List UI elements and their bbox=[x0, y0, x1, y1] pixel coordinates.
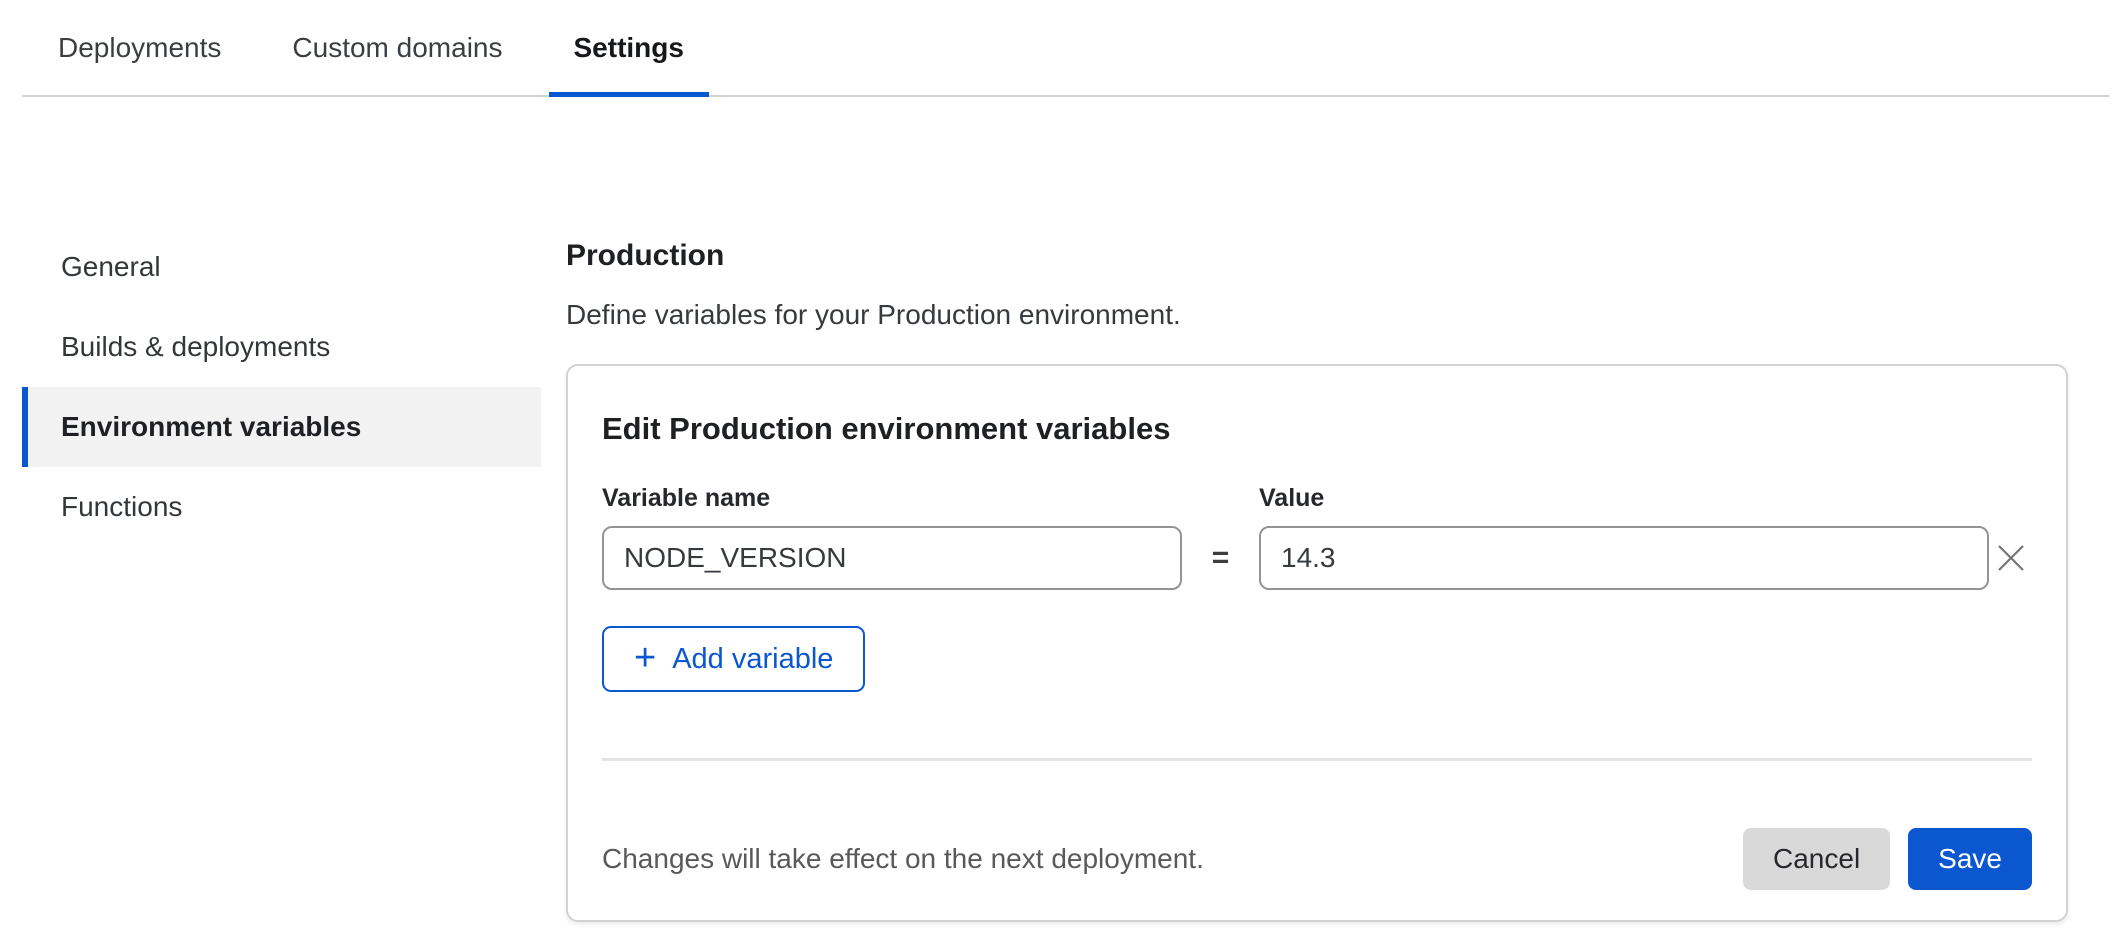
sidebar-item-builds-deployments[interactable]: Builds & deployments bbox=[22, 307, 541, 387]
card-title: Edit Production environment variables bbox=[602, 410, 2032, 448]
remove-variable-button[interactable] bbox=[1989, 543, 2032, 573]
sidebar-item-environment-variables[interactable]: Environment variables bbox=[22, 387, 541, 467]
plus-icon: + bbox=[634, 639, 656, 677]
tab-bar: Deployments Custom domains Settings bbox=[22, 0, 2109, 97]
add-variable-button[interactable]: + Add variable bbox=[602, 626, 865, 692]
footer-buttons: Cancel Save bbox=[1743, 828, 2032, 890]
footer-note: Changes will take effect on the next dep… bbox=[602, 843, 1204, 875]
add-variable-label: Add variable bbox=[672, 643, 833, 676]
settings-sidebar: General Builds & deployments Environment… bbox=[22, 227, 541, 547]
field-labels-row: Variable name Value bbox=[602, 484, 2032, 513]
tab-deployments[interactable]: Deployments bbox=[33, 0, 246, 95]
pages-project-page: Deployments Custom domains Settings Gene… bbox=[0, 0, 2121, 922]
env-variables-card: Edit Production environment variables Va… bbox=[566, 364, 2068, 922]
variable-name-input[interactable] bbox=[602, 526, 1182, 590]
sidebar-item-general[interactable]: General bbox=[22, 227, 541, 307]
card-footer: Changes will take effect on the next dep… bbox=[602, 761, 2032, 890]
equals-sign: = bbox=[1182, 541, 1259, 575]
x-icon bbox=[1996, 543, 2026, 573]
cancel-button[interactable]: Cancel bbox=[1743, 828, 1890, 890]
variable-name-label: Variable name bbox=[602, 484, 1182, 513]
save-button[interactable]: Save bbox=[1908, 828, 2032, 890]
sidebar-item-functions[interactable]: Functions bbox=[22, 467, 541, 547]
variable-row: = bbox=[602, 526, 2032, 590]
environment-description: Define variables for your Production env… bbox=[566, 298, 2068, 332]
variable-value-input[interactable] bbox=[1259, 526, 1989, 590]
value-label: Value bbox=[1259, 484, 1989, 513]
environment-heading: Production bbox=[566, 238, 2068, 274]
content-area: General Builds & deployments Environment… bbox=[0, 97, 2121, 922]
main-panel: Production Define variables for your Pro… bbox=[566, 97, 2068, 922]
tab-settings[interactable]: Settings bbox=[549, 0, 709, 95]
tab-custom-domains[interactable]: Custom domains bbox=[267, 0, 527, 95]
